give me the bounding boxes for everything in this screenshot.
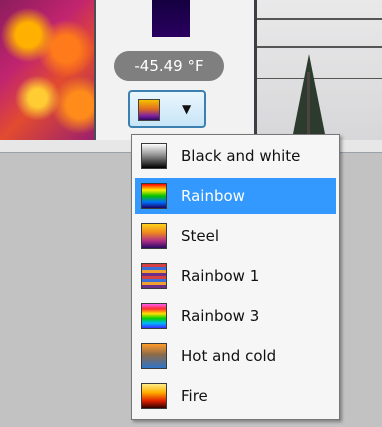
palette-option-steel[interactable]: Steel [135,218,336,254]
current-color-swatch [152,0,190,37]
palette-dropdown-button[interactable]: ▼ [128,90,206,128]
palette-option-label: Rainbow [181,187,245,205]
palette-option-label: Rainbow 3 [181,307,260,325]
palette-hot-and-cold-icon [141,343,167,369]
palette-option-rainbow-3[interactable]: Rainbow 3 [135,298,336,334]
tree-silhouette [289,42,329,140]
palette-dropdown-list: Black and white Rainbow Steel Rainbow 1 … [131,134,340,420]
palette-option-label: Black and white [181,147,301,165]
thermal-image-thumbnail[interactable] [0,0,96,140]
palette-rainbow-icon [141,183,167,209]
palette-rainbow-1-icon [141,263,167,289]
palette-option-label: Fire [181,387,208,405]
tree-trunk [307,72,310,140]
image-thumbnail-strip: -45.49 °F ▼ [0,0,382,153]
palette-option-rainbow-1[interactable]: Rainbow 1 [135,258,336,294]
palette-option-label: Rainbow 1 [181,267,260,285]
palette-option-rainbow[interactable]: Rainbow [135,178,336,214]
power-line [257,18,382,20]
palette-steel-icon [141,223,167,249]
palette-option-black-and-white[interactable]: Black and white [135,138,336,174]
palette-steel-icon [138,99,160,121]
palette-picker-screen: -45.49 °F ▼ Black and white Rainbow Stee… [0,0,382,427]
palette-rainbow-3-icon [141,303,167,329]
visual-photo-thumbnail[interactable] [254,0,382,140]
temperature-readout: -45.49 °F [114,51,224,81]
palette-option-hot-and-cold[interactable]: Hot and cold [135,338,336,374]
palette-fire-icon [141,383,167,409]
palette-black-and-white-icon [141,143,167,169]
palette-option-label: Hot and cold [181,347,277,365]
palette-option-fire[interactable]: Fire [135,378,336,414]
palette-option-label: Steel [181,227,220,245]
chevron-down-icon: ▼ [182,102,192,116]
